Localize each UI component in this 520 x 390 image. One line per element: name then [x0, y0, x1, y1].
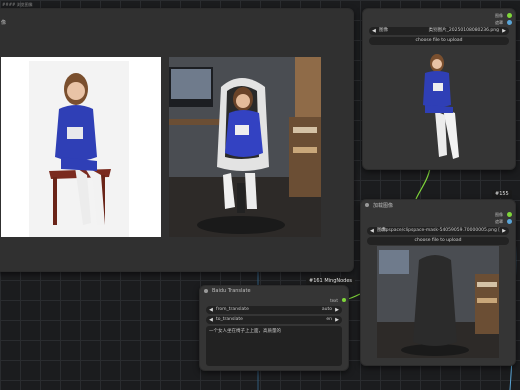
from-translate-value: auto — [321, 307, 332, 312]
image-select-label: 图像 — [379, 28, 388, 33]
masked-room-thumbnail — [377, 246, 499, 358]
mask-output-mask-socket[interactable] — [507, 219, 512, 224]
translate-output-label: text — [330, 298, 338, 303]
load-image-node-top[interactable]: 图像 遮罩 ◀ 图像 类别图片_20250108080236.png ▶ cho… — [362, 8, 516, 170]
image-select-widget[interactable]: ◀ 图像 类别图片_20250108080236.png ▶ — [369, 27, 509, 35]
arrow-left-icon[interactable]: ◀ — [370, 227, 374, 235]
arrow-left-icon[interactable]: ◀ — [209, 306, 213, 314]
output-image-socket[interactable] — [507, 13, 512, 18]
output-mask-label: 遮罩 — [495, 20, 503, 25]
load-image-mask-node[interactable]: 加载图像 图像 遮罩 ◀ 图像 clipspace/clipspace-mask… — [360, 199, 516, 366]
node-id-badge-161: #161 MingNodes — [306, 277, 356, 285]
mask-output-image-label: 图像 — [495, 212, 503, 217]
preview-image-right[interactable] — [169, 57, 321, 237]
load-image-mask-preview — [377, 246, 499, 358]
translate-title: Baidu Translate — [212, 288, 251, 294]
preview-image-node[interactable]: 像 — [0, 8, 354, 272]
load-image-mask-title: 加载图像 — [373, 203, 394, 209]
to-translate-widget[interactable]: ◀ to_translate en ▶ — [206, 316, 342, 324]
from-translate-widget[interactable]: ◀ from_translate auto ▶ — [206, 306, 342, 314]
arrow-right-icon[interactable]: ▶ — [335, 306, 339, 314]
woman-on-stool-image — [29, 61, 129, 237]
mask-image-select-widget[interactable]: ◀ 图像 clipspace/clipspace-mask-54059059.7… — [367, 227, 509, 235]
woman-seated-thumbnail — [403, 47, 477, 165]
to-translate-value: en — [326, 317, 332, 322]
translate-output-socket[interactable] — [342, 298, 346, 302]
output-image-label: 图像 — [495, 13, 503, 18]
arrow-right-icon[interactable]: ▶ — [502, 27, 506, 35]
preview-image-left[interactable] — [1, 57, 161, 237]
top-left-label: #### 浏览图像 — [2, 2, 33, 7]
load-image-top-preview — [403, 47, 477, 165]
mask-output-image-socket[interactable] — [507, 212, 512, 217]
choose-file-button[interactable]: choose file to upload — [369, 37, 509, 45]
node-id-badge-155: #155 — [492, 190, 512, 198]
baidu-translate-node[interactable]: Baidu Translate text ◀ from_translate au… — [199, 285, 349, 371]
translate-collapse-dot[interactable] — [204, 289, 208, 293]
to-translate-label: to_translate — [216, 317, 243, 322]
woman-gaming-chair-image — [169, 57, 321, 237]
from-translate-label: from_translate — [216, 307, 249, 312]
node-collapse-dot[interactable] — [365, 203, 369, 207]
arrow-left-icon[interactable]: ◀ — [372, 27, 376, 35]
mask-output-mask-label: 遮罩 — [495, 219, 503, 224]
image-select-value: 类别图片_20250108080236.png — [428, 28, 499, 33]
mask-choose-file-button[interactable]: choose file to upload — [367, 237, 509, 245]
arrow-right-icon[interactable]: ▶ — [335, 316, 339, 324]
output-mask-socket[interactable] — [507, 20, 512, 25]
mask-image-select-value: clipspace/clipspace-mask-54059059.700000… — [380, 228, 500, 233]
arrow-left-icon[interactable]: ◀ — [209, 316, 213, 324]
arrow-right-icon[interactable]: ▶ — [502, 227, 506, 235]
link-image-top — [415, 167, 431, 200]
preview-node-title: 像 — [1, 20, 7, 26]
translate-text-input[interactable]: 一个女人坐在椅子上上面，高质量的 — [206, 326, 342, 366]
